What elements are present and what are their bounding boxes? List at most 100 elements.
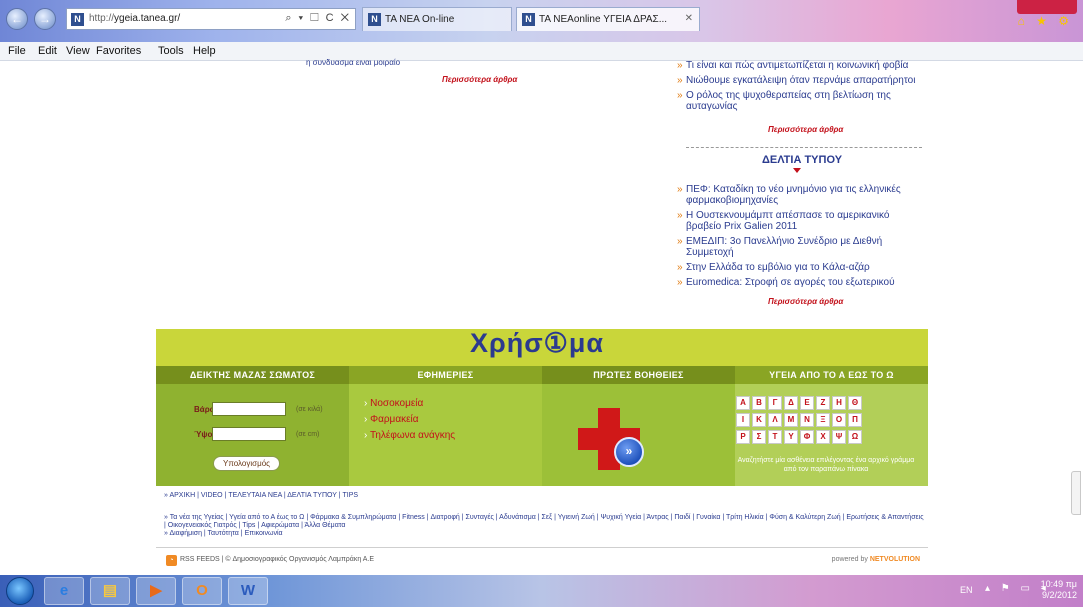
chrisima-logo[interactable]: Χρήσ①μα: [470, 328, 604, 359]
alpha-letter[interactable]: Β: [752, 396, 766, 410]
alpha-letter[interactable]: Ο: [832, 413, 846, 427]
alpha-letter[interactable]: Ε: [800, 396, 814, 410]
alpha-letter[interactable]: Τ: [768, 430, 782, 444]
alpha-letter[interactable]: Ξ: [816, 413, 830, 427]
alpha-letter[interactable]: Α: [736, 396, 750, 410]
alpha-letter[interactable]: Λ: [768, 413, 782, 427]
calculate-button[interactable]: Υπολογισμός: [213, 456, 280, 471]
list-item[interactable]: ΠΕΦ: Καταδίκη το νέο μνημόνιο για τις ελ…: [677, 184, 922, 206]
alpha-letter[interactable]: Μ: [784, 413, 798, 427]
rss-icon[interactable]: ◔: [166, 555, 177, 566]
back-arrow-icon: ←: [11, 12, 23, 26]
address-tools[interactable]: ⌕ ▾ ☐ C ✕: [285, 12, 351, 25]
rss-copyright[interactable]: RSS FEEDS | © Δημοσιογραφικός Οργανισμός…: [180, 556, 374, 563]
tab-ta-nea-online[interactable]: N TA NEA On-line: [362, 7, 512, 31]
tab-ygeia-active[interactable]: N TA NEAonline ΥΓΕΙΑ ΔΡΑΣ... ✕: [516, 7, 700, 31]
clock[interactable]: 10:49 πμ 9/2/2012: [1041, 579, 1077, 601]
height-input[interactable]: [212, 427, 286, 441]
ie-taskbar-icon[interactable]: e: [44, 577, 84, 605]
pharmacies-link[interactable]: Φαρμακεία: [364, 414, 418, 425]
alpha-letter[interactable]: Γ: [768, 396, 782, 410]
explorer-taskbar-icon[interactable]: ▤: [90, 577, 130, 605]
list-item[interactable]: Νιώθουμε εγκατάλειψη όταν περνάμε απαρατ…: [677, 75, 922, 86]
list-item[interactable]: Στην Ελλάδα το εμβόλιο για το Κάλα-αζάρ: [677, 262, 922, 273]
press-list: ΠΕΦ: Καταδίκη το νέο μνημόνιο για τις ελ…: [677, 184, 922, 292]
browser-titlebar: ← → N http://ygeia.tanea.gr/ ⌕ ▾ ☐ C ✕ N…: [0, 0, 1083, 42]
powered-by[interactable]: powered by NETVOLUTION: [832, 556, 920, 563]
start-button[interactable]: [6, 577, 34, 605]
alpha-letter[interactable]: Π: [848, 413, 862, 427]
menu-file[interactable]: File: [8, 45, 26, 57]
bmi-heading: ΔΕΙΚΤΗΣ ΜΑΖΑΣ ΣΩΜΑΤΟΣ: [156, 366, 349, 384]
weight-input[interactable]: [212, 402, 286, 416]
more-press-link[interactable]: Περισσότερα άρθρα: [768, 297, 843, 306]
health-a-z-heading: ΥΓΕΙΑ ΑΠΟ ΤΟ Α ΕΩΣ ΤΟ Ω: [735, 366, 928, 384]
divider: [686, 147, 922, 148]
alpha-letter[interactable]: Ρ: [736, 430, 750, 444]
alpha-letter[interactable]: Σ: [752, 430, 766, 444]
alpha-letter[interactable]: Ω: [848, 430, 862, 444]
alphabet-note: Αναζητήστε μία ασθένεια επιλέγοντας ένα …: [737, 457, 915, 473]
hospitals-link[interactable]: Νοσοκομεία: [364, 398, 423, 409]
alpha-letter[interactable]: Θ: [848, 396, 862, 410]
tab-label: TA NEA On-line: [385, 14, 455, 25]
back-button[interactable]: ←: [6, 8, 28, 30]
footer-category-links[interactable]: » Τα νέα της Υγείας | Υγεία από το Α έως…: [164, 514, 924, 530]
list-item[interactable]: Τι είναι και πώς αντιμετωπίζεται η κοινω…: [677, 60, 922, 71]
outlook-taskbar-icon[interactable]: O: [182, 577, 222, 605]
menu-tools[interactable]: Tools: [158, 45, 184, 57]
list-item[interactable]: Ο ρόλος της ψυχοθεραπείας στη βελτίωση τ…: [677, 90, 922, 112]
alpha-letter[interactable]: Φ: [800, 430, 814, 444]
clock-time: 10:49 πμ: [1040, 579, 1077, 589]
article-list: Τι είναι και πώς αντιμετωπίζεται η κοινω…: [677, 60, 922, 116]
alpha-letter[interactable]: Χ: [816, 430, 830, 444]
weight-unit: (σε κιλά): [296, 406, 323, 413]
close-tab-icon[interactable]: ✕: [685, 13, 693, 24]
alpha-letter[interactable]: Ι: [736, 413, 750, 427]
page-content: η συνδυασμα ειναι μοιραίο Περισσότερα άρ…: [156, 58, 928, 575]
footer-legal-links[interactable]: » Διαφήμιση | Ταυτότητα | Επικοινωνία: [164, 530, 924, 538]
powered-prefix: powered by: [831, 556, 868, 563]
tab-label: TA NEAonline ΥΓΕΙΑ ΔΡΑΣ...: [539, 14, 668, 25]
toolbar-icons[interactable]: ⌂ ★ ⚙: [1018, 14, 1073, 28]
list-item[interactable]: ΕΜΕΔΙΠ: 3ο Πανελλήνιο Συνέδριο με Διεθνή…: [677, 236, 922, 258]
height-unit: (σε cm): [296, 431, 320, 438]
language-indicator[interactable]: EN: [960, 585, 973, 595]
alpha-letter[interactable]: Ν: [800, 413, 814, 427]
media-taskbar-icon[interactable]: ▶: [136, 577, 176, 605]
alpha-letter[interactable]: Ζ: [816, 396, 830, 410]
more-articles-link-right[interactable]: Περισσότερα άρθρα: [768, 125, 843, 134]
address-url[interactable]: http://ygeia.tanea.gr/: [89, 13, 180, 24]
footer-nav[interactable]: » ΑΡΧΙΚΗ | VIDEO | ΤΕΛΕΥΤΑΙΑ ΝΕΑ | ΔΕΛΤΙ…: [164, 492, 358, 499]
more-articles-link-left[interactable]: Περισσότερα άρθρα: [442, 75, 517, 84]
tab-favicon: N: [522, 13, 535, 26]
window-controls[interactable]: [1017, 0, 1077, 14]
list-item[interactable]: Η Ουστεκνουμάμπτ απέσπασε το αμερικανικό…: [677, 210, 922, 232]
site-favicon: N: [71, 13, 84, 26]
alpha-letter[interactable]: Υ: [784, 430, 798, 444]
alpha-letter[interactable]: Δ: [784, 396, 798, 410]
tab-favicon: N: [368, 13, 381, 26]
clock-date: 9/2/2012: [1041, 590, 1077, 600]
alpha-letter[interactable]: Ψ: [832, 430, 846, 444]
menu-view[interactable]: View: [66, 45, 90, 57]
url-domain: ygeia.tanea.gr/: [114, 13, 181, 24]
scrollbar-tab[interactable]: [1071, 471, 1081, 515]
netvolution-logo: NETVOLUTION: [869, 556, 920, 563]
menu-edit[interactable]: Edit: [38, 45, 57, 57]
menu-help[interactable]: Help: [193, 45, 216, 57]
chevron-down-icon: [793, 168, 801, 173]
go-arrow-button[interactable]: »: [614, 437, 644, 467]
word-taskbar-icon[interactable]: W: [228, 577, 268, 605]
article-snippet[interactable]: η συνδυασμα ειναι μοιραίο: [306, 58, 400, 67]
address-bar[interactable]: N http://ygeia.tanea.gr/ ⌕ ▾ ☐ C ✕: [66, 8, 356, 30]
forward-button[interactable]: →: [34, 8, 56, 30]
list-item[interactable]: Euromedica: Στροφή σε αγορές του εξωτερι…: [677, 277, 922, 288]
url-prefix: http://: [89, 13, 115, 24]
press-releases-title: ΔΕΛΤΙΑ ΤΥΠΟΥ: [762, 154, 843, 166]
ephemeries-heading: ΕΦΗΜΕΡΙΕΣ: [349, 366, 542, 384]
emergency-phones-link[interactable]: Τηλέφωνα ανάγκης: [364, 430, 455, 441]
alpha-letter[interactable]: Κ: [752, 413, 766, 427]
alpha-letter[interactable]: Η: [832, 396, 846, 410]
menu-favorites[interactable]: Favorites: [96, 45, 141, 57]
